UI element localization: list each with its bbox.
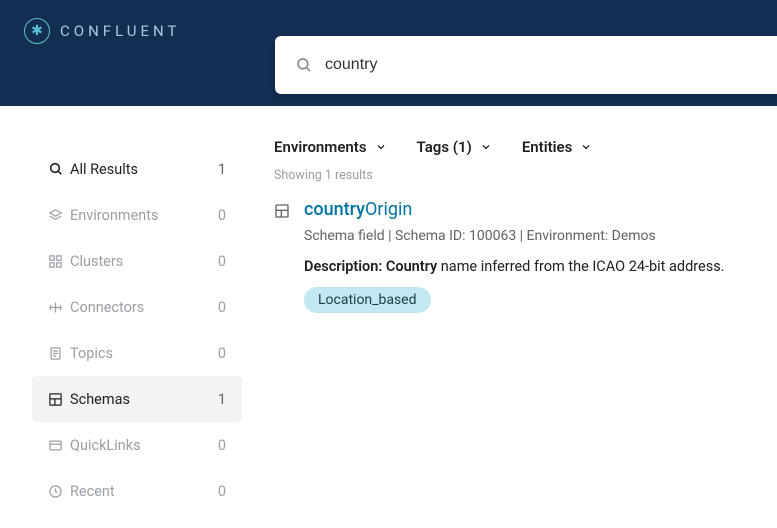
- result-desc-label: Description:: [304, 258, 386, 275]
- sidebar-item-count: 0: [218, 253, 226, 270]
- sidebar-item-label: Schemas: [70, 391, 218, 408]
- star-icon: ✱: [31, 24, 43, 38]
- sidebar-item-count: 1: [218, 391, 226, 408]
- search-box[interactable]: [275, 36, 777, 94]
- schema-icon: [274, 203, 290, 313]
- sidebar: All Results1Environments0Clusters0Connec…: [0, 106, 242, 528]
- result-title-rest: Origin: [365, 199, 412, 220]
- result-desc-match: Country: [386, 258, 437, 275]
- search-icon: [48, 161, 70, 177]
- sidebar-item-recent[interactable]: Recent0: [32, 468, 242, 514]
- search-icon: [295, 56, 313, 74]
- filter-bar: Environments Tags (1) Entities: [274, 138, 777, 156]
- chevron-down-icon: [480, 141, 492, 153]
- filter-tags-1-[interactable]: Tags (1): [417, 138, 492, 156]
- filter-label: Tags (1): [417, 138, 472, 156]
- result-title-match: country: [304, 199, 365, 220]
- sidebar-item-schemas[interactable]: Schemas1: [32, 376, 242, 422]
- filter-environments[interactable]: Environments: [274, 138, 387, 156]
- sidebar-item-label: Recent: [70, 483, 218, 500]
- sidebar-item-label: Topics: [70, 345, 218, 362]
- chevron-down-icon: [375, 141, 387, 153]
- sidebar-item-all-results[interactable]: All Results1: [32, 146, 242, 192]
- tag-pill[interactable]: Location_based: [304, 287, 431, 313]
- result-item[interactable]: countryOrigin Schema field | Schema ID: …: [274, 199, 777, 313]
- brand-logo[interactable]: ✱ CONFLUENT: [24, 18, 180, 44]
- sidebar-item-quicklinks[interactable]: QuickLinks0: [32, 422, 242, 468]
- result-description: Description: Country name inferred from …: [304, 258, 777, 275]
- sidebar-item-label: All Results: [70, 161, 218, 178]
- sidebar-item-label: Environments: [70, 207, 218, 224]
- search-input[interactable]: [325, 56, 757, 74]
- sidebar-item-label: Clusters: [70, 253, 218, 270]
- result-title[interactable]: countryOrigin: [304, 199, 777, 220]
- sidebar-item-count: 0: [218, 345, 226, 362]
- sidebar-item-label: Connectors: [70, 299, 218, 316]
- sidebar-item-count: 0: [218, 437, 226, 454]
- sidebar-item-count: 0: [218, 207, 226, 224]
- document-icon: [48, 346, 70, 361]
- filter-label: Entities: [522, 138, 573, 156]
- chevron-down-icon: [580, 141, 592, 153]
- layers-icon: [48, 208, 70, 223]
- brand-logo-mark: ✱: [24, 18, 50, 44]
- main-results: Environments Tags (1) Entities Showing 1 r…: [242, 106, 777, 528]
- connector-icon: [48, 300, 70, 315]
- sidebar-item-topics[interactable]: Topics0: [32, 330, 242, 376]
- sidebar-item-count: 1: [218, 161, 226, 178]
- grid-icon: [48, 254, 70, 269]
- sidebar-item-connectors[interactable]: Connectors0: [32, 284, 242, 330]
- sidebar-item-label: QuickLinks: [70, 437, 218, 454]
- filter-label: Environments: [274, 138, 367, 156]
- sidebar-item-clusters[interactable]: Clusters0: [32, 238, 242, 284]
- schema-icon: [48, 392, 70, 407]
- quicklinks-icon: [48, 438, 70, 453]
- results-count: Showing 1 results: [274, 168, 777, 183]
- filter-entities[interactable]: Entities: [522, 138, 593, 156]
- result-desc-rest: name inferred from the ICAO 24-bit addre…: [437, 258, 724, 275]
- brand-name: CONFLUENT: [60, 22, 180, 40]
- sidebar-item-environments[interactable]: Environments0: [32, 192, 242, 238]
- sidebar-item-count: 0: [218, 483, 226, 500]
- recent-icon: [48, 484, 70, 499]
- sidebar-item-count: 0: [218, 299, 226, 316]
- result-meta: Schema field | Schema ID: 100063 | Envir…: [304, 228, 777, 244]
